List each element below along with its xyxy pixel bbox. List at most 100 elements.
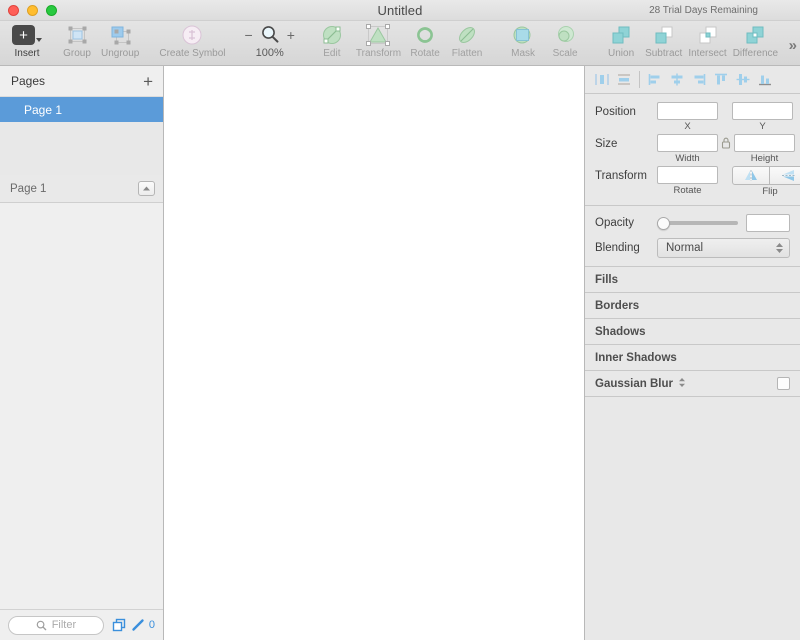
size-row: Size Width Height [595, 134, 795, 164]
opacity-slider-knob[interactable] [657, 217, 670, 230]
toolbar-label-transform: Transform [355, 48, 402, 59]
size-width-label: Width [675, 153, 700, 164]
toolbar-button-mask[interactable]: Mask [502, 23, 544, 66]
toolbar-divider [639, 71, 640, 88]
distribute-vertically-icon[interactable] [613, 69, 635, 91]
toolbar-button-union[interactable]: Union [600, 23, 642, 66]
opacity-input[interactable] [746, 214, 790, 232]
edit-icon [322, 26, 341, 44]
flip-label: Flip [762, 186, 778, 197]
position-label: Position [595, 106, 636, 118]
position-x-label: X [684, 121, 691, 132]
toolbar-label-difference: Difference [732, 48, 779, 59]
toolbar-button-transform[interactable]: Transform [353, 23, 404, 66]
pencil-icon[interactable] [131, 618, 145, 632]
toolbar-button-rotate[interactable]: Rotate [404, 23, 446, 66]
gaussian-blur-checkbox[interactable] [777, 377, 790, 390]
layer-count: 0 [148, 619, 155, 631]
position-y-label: Y [759, 121, 766, 132]
section-title-borders: Borders [595, 299, 640, 312]
toolbar-button-insert[interactable]: + Insert [6, 23, 48, 66]
toolbar-label-rotate: Rotate [410, 48, 440, 59]
align-center-horizontal-icon[interactable] [666, 69, 688, 91]
flip-horizontal-icon[interactable] [732, 166, 770, 185]
blending-row: Blending Normal [595, 238, 790, 258]
search-icon [36, 620, 47, 630]
toolbar-button-ungroup[interactable]: Ungroup [98, 23, 142, 66]
chevron-down-icon [36, 38, 42, 42]
toolbar-button-edit[interactable]: Edit [311, 23, 353, 66]
layers-list[interactable] [0, 203, 163, 609]
zoom-in-button[interactable]: + [287, 28, 295, 42]
section-title-gaussian-blur-wrap: Gaussian Blur [595, 377, 686, 391]
intersect-icon [699, 26, 716, 44]
appearance-panel: Opacity Blending Normal [585, 206, 800, 267]
align-center-vertical-icon[interactable] [732, 69, 754, 91]
ungroup-icon [111, 26, 131, 45]
collapse-up-icon[interactable] [138, 181, 155, 196]
align-top-icon[interactable] [710, 69, 732, 91]
section-gaussian-blur[interactable]: Gaussian Blur [585, 371, 800, 397]
add-page-button[interactable]: + [143, 73, 153, 90]
section-inner-shadows[interactable]: Inner Shadows [585, 345, 800, 371]
geometry-panel: Position X Y Size Width Height Transform… [585, 94, 800, 206]
title-bar: Untitled 28 Trial Days Remaining [0, 0, 800, 21]
opacity-slider[interactable] [657, 216, 738, 230]
page-list-item[interactable]: Page 1 [0, 97, 163, 122]
layers-filter-bar: Filter 0 [0, 609, 163, 640]
position-y-input[interactable] [732, 102, 793, 120]
filter-input[interactable]: Filter [8, 615, 104, 635]
blending-value: Normal [666, 242, 704, 254]
size-width-input[interactable] [657, 134, 718, 152]
zoom-out-button[interactable]: − [245, 28, 253, 42]
blending-label: Blending [595, 242, 640, 254]
position-x-input[interactable] [657, 102, 718, 120]
toolbar-label-scale: Scale [552, 48, 578, 59]
transform-rotate-input[interactable] [657, 166, 718, 184]
toolbar-label-mask: Mask [511, 48, 536, 59]
blur-type-chevron-icon[interactable] [678, 377, 686, 391]
lock-proportions-icon[interactable] [721, 137, 731, 149]
section-borders[interactable]: Borders [585, 293, 800, 319]
toolbar-label-group: Group [63, 48, 91, 59]
blending-select[interactable]: Normal [657, 238, 790, 258]
align-left-icon[interactable] [644, 69, 666, 91]
section-title-shadows: Shadows [595, 325, 646, 338]
sketch-app-window: Untitled 28 Trial Days Remaining + Inser… [0, 0, 800, 640]
flatten-icon [459, 27, 476, 43]
filter-placeholder: Filter [51, 619, 77, 631]
align-right-icon[interactable] [688, 69, 710, 91]
trial-notice: 28 Trial Days Remaining [649, 5, 758, 16]
toolbar-label-union: Union [608, 48, 635, 59]
toolbar-button-create-symbol[interactable]: Create Symbol [156, 23, 228, 66]
app-body: Pages + Page 1 Page 1 Filter 0 Position … [0, 66, 800, 640]
left-sidebar: Pages + Page 1 Page 1 Filter 0 [0, 66, 164, 640]
position-row: Position X Y [595, 102, 793, 132]
section-fills[interactable]: Fills [585, 267, 800, 293]
size-height-input[interactable] [734, 134, 795, 152]
toolbar-button-difference[interactable]: Difference [730, 23, 781, 66]
duplicate-layers-icon[interactable] [112, 618, 127, 632]
toolbar-label-flatten: Flatten [451, 48, 483, 59]
flip-vertical-icon[interactable] [770, 166, 800, 185]
align-bottom-icon[interactable] [754, 69, 776, 91]
toolbar-button-scale[interactable]: Scale [544, 23, 586, 66]
transform-rotate-label: Rotate [673, 185, 702, 196]
toolbar-label-ungroup: Ungroup [101, 48, 140, 59]
toolbar-button-flatten[interactable]: Flatten [446, 23, 488, 66]
mask-icon [513, 26, 531, 44]
transform-row: Transform Rotate Flip [595, 166, 800, 197]
toolbar-button-group[interactable]: Group [56, 23, 98, 66]
section-title-gaussian-blur: Gaussian Blur [595, 377, 673, 390]
inspector-empty-area [585, 397, 800, 640]
section-shadows[interactable]: Shadows [585, 319, 800, 345]
chevron-updown-icon [775, 242, 784, 254]
canvas-area[interactable] [164, 66, 585, 640]
transform-label: Transform [595, 170, 647, 182]
magnifier-icon[interactable] [259, 24, 281, 46]
toolbar-button-subtract[interactable]: Subtract [642, 23, 685, 66]
distribute-horizontally-icon[interactable] [591, 69, 613, 91]
toolbar-button-intersect[interactable]: Intersect [685, 23, 729, 66]
toolbar-overflow-button[interactable]: » [789, 37, 797, 54]
difference-icon [746, 26, 764, 44]
